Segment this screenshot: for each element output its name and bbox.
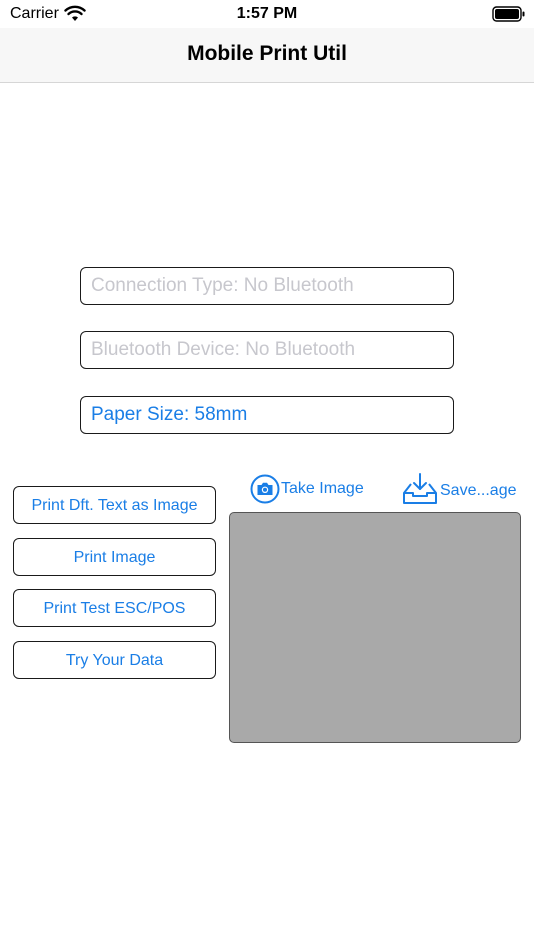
connection-type-field[interactable]: Connection Type: No Bluetooth [80,267,454,305]
clock: 1:57 PM [236,5,298,22]
camera-icon [250,474,280,504]
screen: Carrier 1:57 PM Mobile Print Util Connec… [0,0,534,950]
save-image-button[interactable]: Save...age [402,472,517,506]
print-default-text-button[interactable]: Print Dft. Text as Image [13,486,216,524]
bluetooth-device-field[interactable]: Bluetooth Device: No Bluetooth [80,331,454,369]
inbox-download-icon [403,473,437,504]
try-your-data-button[interactable]: Try Your Data [13,641,216,679]
save-image-label: Save...age [440,482,517,499]
print-test-escpos-button[interactable]: Print Test ESC/POS [13,589,216,627]
page-title: Mobile Print Util [187,42,347,65]
print-image-button[interactable]: Print Image [13,538,216,576]
take-image-label: Take Image [281,480,364,497]
paper-size-field[interactable]: Paper Size: 58mm [80,396,454,434]
status-bar: Carrier 1:57 PM [0,0,534,30]
take-image-button[interactable]: Take Image [250,472,364,506]
battery-icon [492,6,525,22]
navigation-bar: Mobile Print Util [0,28,534,83]
image-preview [229,512,521,743]
